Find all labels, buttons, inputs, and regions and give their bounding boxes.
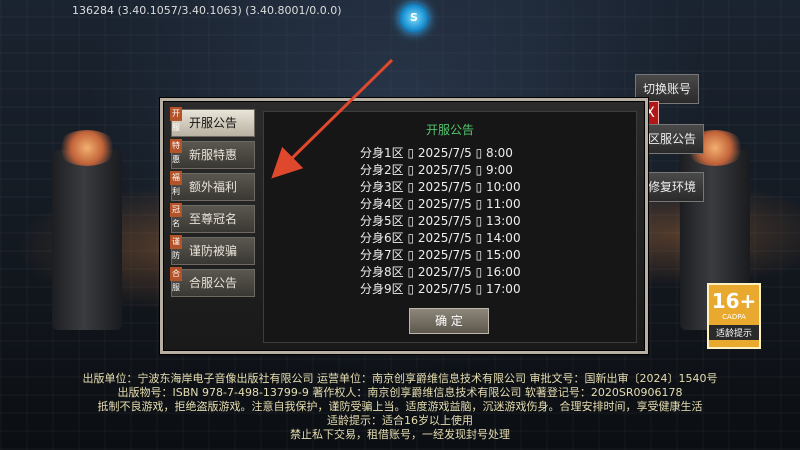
footer-line: 抵制不良游戏，拒绝盗版游戏。注意自我保护，谨防受骗上当。适度游戏益脑，沉迷游戏伤…: [97, 400, 703, 413]
footer-line: 出版物号：ISBN 978-7-498-13799-9 著作权人：南京创享爵维信…: [117, 386, 683, 399]
age-rating-org: CADPA: [722, 313, 746, 321]
age-rating-tip: 适龄提示: [709, 325, 759, 340]
footer-line: 适龄提示：适合16岁以上使用: [327, 414, 473, 427]
legal-footer: 出版单位：宁波东海岸电子音像出版社有限公司 运营单位：南京创享爵维信息技术有限公…: [0, 372, 800, 442]
footer-line: 出版单位：宁波东海岸电子音像出版社有限公司 运营单位：南京创享爵维信息技术有限公…: [82, 372, 718, 385]
footer-line: 禁止私下交易，租借账号，一经发现封号处理: [290, 428, 510, 441]
age-rating-badge: 16+ CADPA 适龄提示: [707, 283, 761, 349]
age-rating-value: 16+: [711, 289, 757, 313]
